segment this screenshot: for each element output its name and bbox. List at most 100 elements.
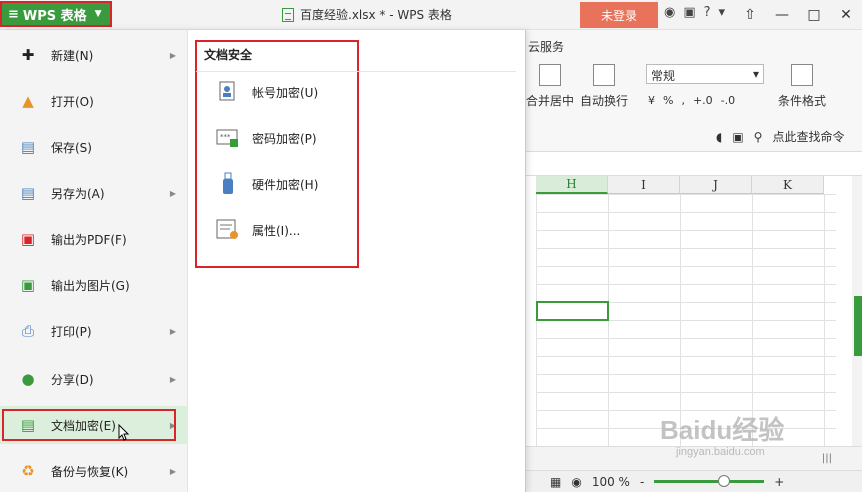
- column-header-j[interactable]: J: [680, 176, 752, 194]
- conditional-format-button[interactable]: 条件格式: [778, 64, 826, 109]
- conditional-format-icon: [791, 64, 813, 86]
- submenu-item-label: 硬件加密(H): [252, 177, 319, 192]
- mouse-cursor-icon: [118, 424, 130, 441]
- account-encrypt-icon: [216, 80, 240, 104]
- conditional-format-label: 条件格式: [778, 94, 827, 108]
- login-button[interactable]: 未登录: [580, 2, 658, 28]
- submenu-item-label: 帐号加密(U): [252, 85, 319, 100]
- doc-security-submenu: 文档安全 帐号加密(U) *** 密码加密(P) 硬件加密(H) 属性(I)..…: [196, 42, 516, 239]
- chevron-right-icon: ▶: [169, 326, 176, 336]
- zoom-slider[interactable]: [654, 475, 765, 487]
- more-icon[interactable]: ▾: [719, 5, 726, 20]
- wps-logo-icon: ≡: [8, 6, 19, 22]
- wrap-text-button[interactable]: 自动换行: [580, 64, 628, 109]
- menu-item-share[interactable]: ● 分享(D) ▶: [0, 360, 188, 398]
- chevron-right-icon: ▶: [169, 50, 176, 60]
- menu-item-new[interactable]: ✚ 新建(N) ▶: [0, 36, 188, 74]
- formula-bar[interactable]: [526, 152, 862, 176]
- comma-button[interactable]: ,: [681, 94, 685, 107]
- layout-icon[interactable]: ▦: [550, 475, 561, 489]
- menu-item-label: 另存为(A): [51, 186, 105, 201]
- merge-center-icon: [539, 64, 561, 86]
- new-file-icon: ✚: [21, 46, 35, 64]
- close-button[interactable]: ✕: [830, 0, 862, 30]
- folder-open-icon: ▲: [22, 92, 34, 110]
- zoom-slider-thumb[interactable]: [718, 475, 731, 487]
- menu-item-label: 新建(N): [51, 48, 94, 63]
- number-format-select[interactable]: 常规 ▾: [646, 64, 764, 84]
- titlebar-tools: ◉ ▣ ? ▾: [664, 5, 725, 20]
- wps-menu-button[interactable]: ≡ WPS 表格 ▼: [0, 1, 112, 27]
- d-icon[interactable]: ◖: [716, 130, 722, 144]
- submenu-title: 文档安全: [196, 42, 516, 72]
- side-panel-tab[interactable]: [854, 296, 862, 356]
- zoom-in-button[interactable]: +: [774, 475, 784, 489]
- maximize-button[interactable]: □: [798, 0, 830, 30]
- percent-button[interactable]: %: [663, 94, 673, 107]
- increase-decimal-button[interactable]: +.0: [693, 94, 713, 107]
- chevron-right-icon: ▶: [169, 466, 176, 476]
- menu-item-label: 输出为图片(G): [51, 278, 130, 293]
- properties-icon: [216, 218, 240, 242]
- title-bar: ≡ WPS 表格 ▼ 百度经验.xlsx * - WPS 表格 未登录 ◉ ▣ …: [0, 0, 862, 30]
- baidu-watermark: Baidu经验: [660, 415, 785, 445]
- comment-icon[interactable]: ▣: [732, 130, 743, 144]
- zoom-out-button[interactable]: -: [640, 475, 644, 489]
- submenu-item-password-encrypt[interactable]: *** 密码加密(P): [216, 122, 346, 154]
- pdf-icon: ▣: [20, 230, 36, 248]
- upload-icon[interactable]: ⇧: [734, 0, 766, 30]
- wps-menu-label: WPS 表格: [22, 8, 87, 24]
- document-title-text: 百度经验.xlsx * - WPS 表格: [300, 8, 452, 22]
- menu-item-label: 打印(P): [51, 324, 92, 339]
- svg-text:***: ***: [220, 133, 231, 141]
- menu-item-label: 打开(O): [51, 94, 94, 109]
- eye-icon[interactable]: ◉: [571, 475, 581, 489]
- image-export-icon: ▣: [20, 276, 36, 294]
- menu-item-open[interactable]: ▲ 打开(O): [0, 82, 188, 120]
- zoom-level: 100 %: [591, 474, 630, 489]
- menu-item-label: 分享(D): [51, 372, 94, 387]
- search-icon: ⚲: [753, 129, 763, 144]
- submenu-item-hardware-encrypt[interactable]: 硬件加密(H): [216, 168, 346, 200]
- menu-item-label: 输出为PDF(F): [51, 232, 127, 247]
- status-bar: ▦ ◉ 100 % - +: [526, 470, 862, 492]
- help-icon[interactable]: ?: [704, 5, 711, 20]
- vertical-scrollbar[interactable]: [852, 176, 862, 446]
- chevron-right-icon: ▶: [169, 188, 176, 198]
- chevron-down-icon: ▾: [752, 67, 759, 81]
- submenu-item-label: 属性(I)...: [252, 223, 301, 238]
- chevron-down-icon: ▼: [94, 9, 102, 19]
- merge-center-button[interactable]: 合并居中: [526, 64, 574, 109]
- tab-cloud-service[interactable]: 云服务: [528, 38, 564, 55]
- selected-cell[interactable]: [536, 301, 609, 321]
- menu-item-print[interactable]: ⎙ 打印(P) ▶: [0, 312, 188, 350]
- minimize-button[interactable]: —: [766, 0, 798, 30]
- menu-item-save-as[interactable]: ▤ 另存为(A) ▶: [0, 174, 188, 212]
- menu-item-backup[interactable]: ♻ 备份与恢复(K) ▶: [0, 452, 188, 490]
- wps-file-menu: ✚ 新建(N) ▶ ▲ 打开(O) ▤ 保存(S) ▤ 另存为(A) ▶ ▣ 输…: [0, 30, 526, 492]
- skin-icon[interactable]: ◉: [664, 5, 675, 20]
- scroll-grip-icon: |||: [821, 453, 832, 464]
- column-header-k[interactable]: K: [752, 176, 824, 194]
- document-title: 百度经验.xlsx * - WPS 表格: [282, 6, 452, 23]
- highlight-box-encrypt: [2, 409, 176, 441]
- column-header-h[interactable]: H: [536, 176, 608, 194]
- currency-icon[interactable]: ¥: [648, 94, 655, 107]
- shirt-icon[interactable]: ▣: [683, 5, 695, 20]
- save-icon: ▤: [20, 138, 36, 156]
- number-format-tools: ¥ % , +.0 -.0: [648, 94, 735, 107]
- wrap-text-icon: [593, 64, 615, 86]
- wrap-text-label: 自动换行: [580, 94, 629, 108]
- decrease-decimal-button[interactable]: -.0: [721, 94, 735, 107]
- share-icon: ●: [21, 370, 35, 388]
- column-header-i[interactable]: I: [608, 176, 680, 194]
- submenu-item-account-encrypt[interactable]: 帐号加密(U): [216, 76, 346, 108]
- submenu-item-properties[interactable]: 属性(I)...: [216, 214, 346, 246]
- save-as-icon: ▤: [20, 184, 36, 202]
- menu-item-save[interactable]: ▤ 保存(S): [0, 128, 188, 166]
- password-encrypt-icon: ***: [216, 126, 240, 150]
- menu-item-export-pdf[interactable]: ▣ 输出为PDF(F): [0, 220, 188, 258]
- spreadsheet-grid[interactable]: H I J K: [526, 176, 852, 446]
- find-command-link[interactable]: 点此查找命令: [772, 128, 844, 145]
- menu-item-export-image[interactable]: ▣ 输出为图片(G): [0, 266, 188, 304]
